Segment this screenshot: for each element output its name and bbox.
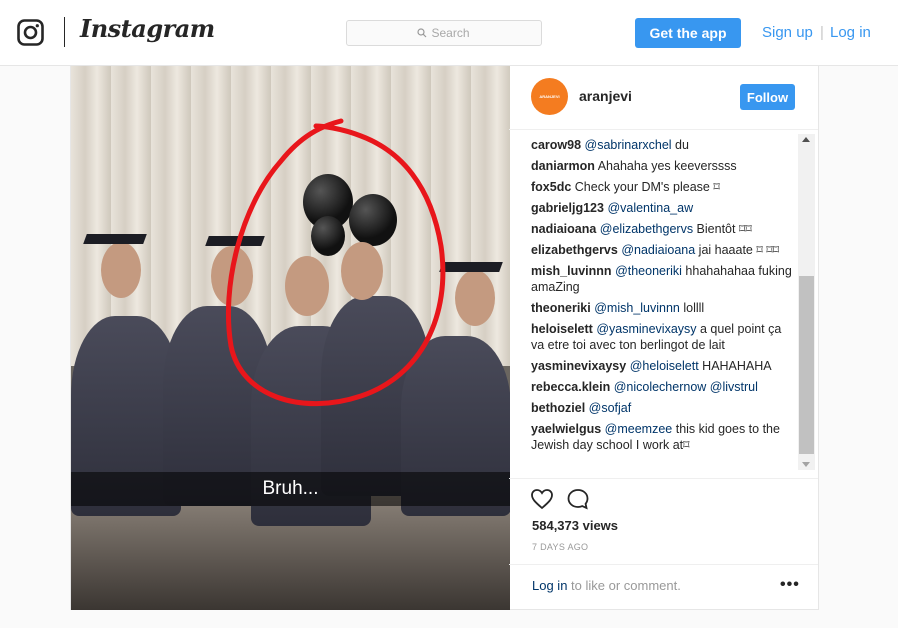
comment-mention[interactable]: @mish_luvinnn — [594, 301, 680, 315]
video-caption: Bruh... — [71, 472, 510, 506]
search-icon — [416, 28, 426, 38]
comment-mention[interactable]: @nicolechernow @livstrul — [614, 380, 758, 394]
comment-scrollbar[interactable] — [798, 134, 815, 470]
comment-mention[interactable]: @valentina_aw — [607, 201, 693, 215]
follow-button[interactable]: Follow — [740, 84, 795, 110]
comment-item: rebecca.klein @nicolechernow @livstrul — [531, 379, 796, 395]
avatar[interactable]: ARANJEVI — [531, 78, 568, 115]
comment-item: carow98 @sabrinarxchel du — [531, 137, 796, 153]
view-count: 584,373 views — [532, 518, 619, 533]
comment-username[interactable]: rebecca.klein — [531, 380, 610, 394]
login-to-comment-link[interactable]: Log in — [532, 578, 567, 593]
comment-text: Check your DM's please ⌑ — [574, 180, 720, 194]
comment-username[interactable]: elizabethgervs — [531, 243, 618, 257]
comment-item: fox5dc Check your DM's please ⌑ — [531, 179, 796, 195]
comment-mention[interactable]: @nadiaioana — [621, 243, 695, 257]
comment-username[interactable]: fox5dc — [531, 180, 571, 194]
post-timestamp[interactable]: 7 DAYS AGO — [532, 542, 588, 552]
comment-mention[interactable]: @sabrinarxchel — [585, 138, 672, 152]
login-prompt-text: to like or comment. — [567, 578, 681, 593]
comment-item: gabrieljg123 @valentina_aw — [531, 200, 796, 216]
comment-text: Bientôt ⌑⌑ — [693, 222, 752, 236]
instagram-wordmark[interactable]: Instagram — [80, 14, 215, 43]
heart-icon[interactable] — [530, 488, 554, 510]
sign-up-link[interactable]: Sign up — [762, 24, 813, 41]
comment-username[interactable]: yaelwielgus — [531, 422, 601, 436]
comment-username[interactable]: daniarmon — [531, 159, 595, 173]
more-options-icon[interactable]: ••• — [780, 576, 800, 594]
search-input[interactable] — [431, 26, 472, 40]
comment-text: HAHAHAHA — [698, 359, 772, 373]
log-in-link[interactable]: Log in — [830, 24, 871, 41]
comment-text: lollll — [679, 301, 705, 315]
comment-item: elizabethgervs @nadiaioana jai haaate ⌑ … — [531, 242, 796, 258]
comment-mention[interactable]: @theoneriki — [615, 264, 682, 278]
comment-item: yasminevixaysy @heloiselett HAHAHAHA — [531, 358, 796, 374]
video-caption-text: Bruh... — [262, 478, 319, 499]
post-header: ARANJEVI aranjevi Follow — [509, 66, 818, 130]
comment-username[interactable]: carow98 — [531, 138, 581, 152]
comment-icon[interactable] — [566, 488, 590, 510]
comment-text: jai haaate ⌑ ⌑⌑ — [695, 243, 780, 257]
comment-username[interactable]: mish_luvinnn — [531, 264, 612, 278]
nav-divider — [64, 17, 65, 47]
nav-separator: | — [820, 24, 824, 41]
comment-username[interactable]: heloiselett — [531, 322, 593, 336]
search-box[interactable] — [346, 20, 542, 46]
comment-item: nadiaioana @elizabethgervs Bientôt ⌑⌑ — [531, 221, 796, 237]
top-nav: Instagram Get the app Sign up | Log in — [0, 0, 898, 66]
instagram-glyph-icon[interactable] — [17, 19, 44, 46]
comment-username[interactable]: yasminevixaysy — [531, 359, 626, 373]
comment-item: bethoziel @sofjaf — [531, 400, 796, 416]
comment-item: yaelwielgus @meemzee this kid goes to th… — [531, 421, 796, 453]
comment-username[interactable]: nadiaioana — [531, 222, 596, 236]
comment-mention[interactable]: @elizabethgervs — [600, 222, 693, 236]
scroll-thumb[interactable] — [799, 276, 814, 454]
comment-item: theoneriki @mish_luvinnn lollll — [531, 300, 796, 316]
comment-item: heloiselett @yasminevixaysy a quel point… — [531, 321, 796, 353]
comment-username[interactable]: bethoziel — [531, 401, 585, 415]
comment-mention[interactable]: @sofjaf — [589, 401, 632, 415]
comment-item: mish_luvinnn @theoneriki hhahahahaa fuki… — [531, 263, 796, 295]
comment-username[interactable]: theoneriki — [531, 301, 591, 315]
comment-item: daniarmon Ahahaha yes keeverssss — [531, 158, 796, 174]
login-prompt: Log in to like or comment. — [532, 578, 681, 593]
post-video[interactable]: Bruh... — [71, 66, 510, 610]
comment-text: du — [671, 138, 689, 152]
author-username[interactable]: aranjevi — [579, 88, 632, 104]
comment-text: Ahahaha yes keeverssss — [597, 159, 737, 173]
scroll-down-arrow-icon[interactable] — [802, 462, 810, 467]
comment-username[interactable]: gabrieljg123 — [531, 201, 604, 215]
comment-mention[interactable]: @meemzee — [605, 422, 673, 436]
scroll-up-arrow-icon[interactable] — [802, 137, 810, 142]
avatar-text: ARANJEVI — [539, 94, 560, 99]
comment-list[interactable]: carow98 @sabrinarxchel du daniarmon Ahaha… — [509, 130, 796, 468]
get-the-app-button[interactable]: Get the app — [635, 18, 741, 48]
comment-mention[interactable]: @yasminevixaysy — [596, 322, 696, 336]
red-annotation-circle — [226, 118, 446, 407]
comment-mention[interactable]: @heloiselett — [630, 359, 699, 373]
